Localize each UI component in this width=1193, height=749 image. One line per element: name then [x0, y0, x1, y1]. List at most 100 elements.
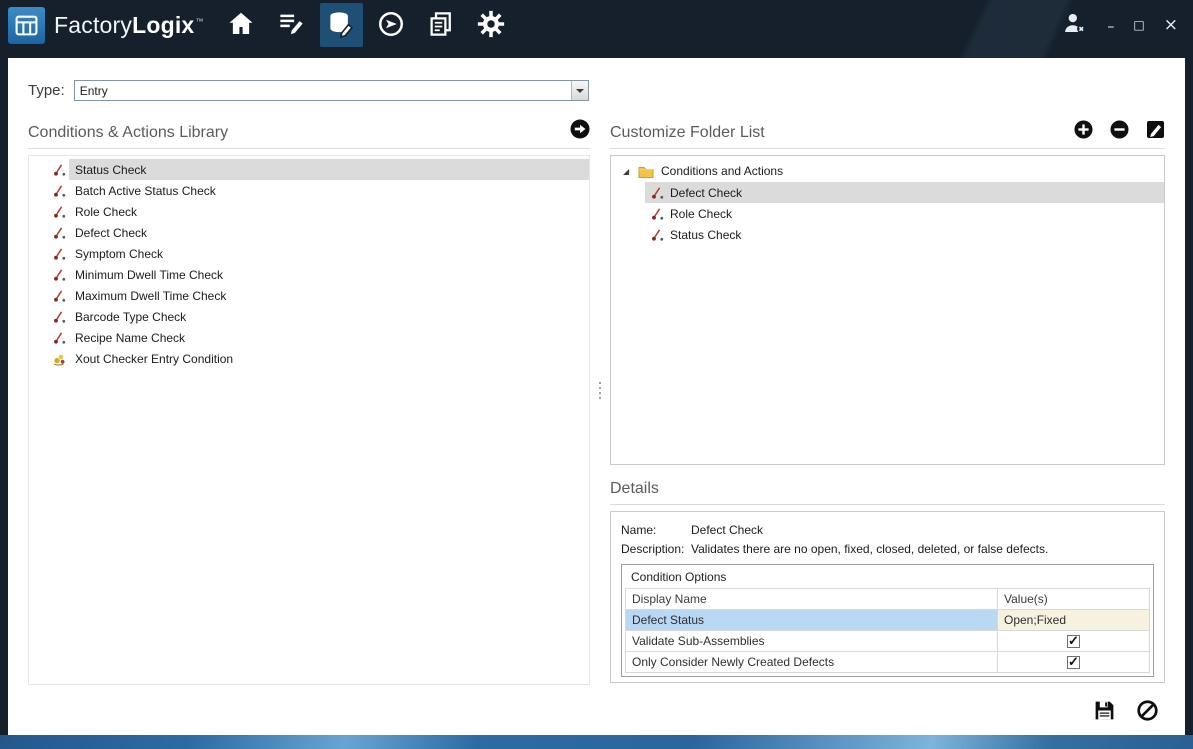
factorylogix-logo-icon — [8, 7, 45, 44]
footer-actions — [1093, 699, 1159, 725]
condition-icon — [51, 184, 69, 198]
details-header: Details — [610, 477, 1165, 505]
column-header-display-name: Display Name — [626, 589, 998, 610]
description-value: Validates there are no open, fixed, clos… — [691, 540, 1154, 559]
gear-icon — [476, 9, 506, 42]
compass-arrow-icon — [376, 9, 406, 42]
library-panel: Conditions & Actions Library — [28, 121, 590, 685]
table-row[interactable]: Validate Sub-Assemblies — [626, 631, 1150, 652]
user-logout-icon — [1061, 10, 1088, 40]
save-button[interactable] — [1093, 699, 1116, 725]
library-item[interactable]: Defect Check — [29, 222, 589, 243]
tree-item[interactable]: Defect Check — [645, 182, 1164, 203]
maximize-button[interactable]: □ — [1133, 19, 1144, 31]
detail-name-row: Name: Defect Check — [621, 521, 1154, 540]
arrow-right-circle-icon — [570, 119, 590, 142]
condition-icon — [51, 163, 69, 177]
detail-description-row: Description: Validates there are no open… — [621, 540, 1154, 559]
library-list: Status Check Batch Active Status Check R… — [28, 155, 590, 685]
condition-icon — [51, 205, 69, 219]
save-floppy-icon — [1093, 699, 1116, 725]
panel-splitter[interactable] — [590, 121, 610, 685]
settings-button[interactable] — [470, 3, 513, 47]
folder-icon — [638, 164, 656, 178]
library-title: Conditions & Actions Library — [28, 124, 228, 142]
main-toolbar — [220, 3, 513, 47]
tree-item[interactable]: Status Check — [645, 224, 1164, 245]
condition-icon — [51, 268, 69, 282]
library-item[interactable]: Maximum Dwell Time Check — [29, 285, 589, 306]
chevron-down-icon — [576, 89, 584, 93]
brand-factory: Factory — [54, 12, 132, 38]
main-content: Type: Entry Conditions & Actions Library — [8, 58, 1185, 735]
home-button[interactable] — [220, 3, 263, 47]
library-item[interactable]: Barcode Type Check — [29, 306, 589, 327]
titlebar: FactoryLogix™ — [0, 0, 1193, 50]
folder-panel: Customize Folder List — [610, 121, 1165, 685]
add-button[interactable] — [1074, 120, 1093, 142]
checkbox[interactable] — [1067, 635, 1080, 648]
edit-square-icon — [1146, 120, 1165, 142]
description-label: Description: — [621, 540, 691, 559]
edit-button[interactable] — [1146, 120, 1165, 142]
minimize-button[interactable]: – — [1107, 20, 1114, 34]
tree-root-label: Conditions and Actions — [661, 164, 783, 178]
navigate-button[interactable] — [370, 3, 413, 47]
copy-documents-icon — [426, 9, 456, 42]
close-button[interactable]: × — [1164, 17, 1178, 34]
documents-button[interactable] — [420, 3, 463, 47]
xout-checker-icon — [51, 352, 69, 366]
tree-root-folder[interactable]: ◢ Conditions and Actions — [611, 160, 1164, 182]
table-row[interactable]: Only Consider Newly Created Defects — [626, 652, 1150, 673]
dropdown-arrow-button[interactable] — [571, 81, 588, 100]
folder-list-header: Customize Folder List — [610, 121, 1165, 149]
app-window: FactoryLogix™ — [0, 0, 1193, 749]
tree-item[interactable]: Role Check — [645, 203, 1164, 224]
library-header: Conditions & Actions Library — [28, 121, 590, 149]
library-item[interactable]: Batch Active Status Check — [29, 180, 589, 201]
type-dropdown[interactable]: Entry — [74, 80, 589, 101]
remove-circle-icon — [1110, 120, 1129, 142]
details-box: Name: Defect Check Description: Validate… — [610, 511, 1165, 683]
condition-icon — [51, 226, 69, 240]
name-value: Defect Check — [691, 521, 1154, 540]
brand-title: FactoryLogix™ — [54, 12, 204, 39]
logout-user-button[interactable] — [1061, 10, 1088, 40]
list-edit-icon — [276, 9, 306, 42]
splitter-grip-icon — [599, 379, 601, 402]
column-header-values: Value(s) — [998, 589, 1150, 610]
add-circle-icon — [1074, 120, 1093, 142]
folder-tree: ◢ Conditions and Actions Defect Check — [610, 155, 1165, 465]
condition-icon — [649, 207, 667, 221]
condition-icon — [51, 331, 69, 345]
library-item[interactable]: Recipe Name Check — [29, 327, 589, 348]
condition-icon — [51, 289, 69, 303]
brand-logix: Logix — [132, 12, 194, 38]
cancel-button[interactable] — [1136, 699, 1159, 725]
condition-icon — [649, 228, 667, 242]
details-title: Details — [610, 480, 659, 498]
expander-icon[interactable]: ◢ — [623, 167, 633, 176]
work-orders-button[interactable] — [270, 3, 313, 47]
checkbox[interactable] — [1067, 656, 1080, 669]
library-item[interactable]: Role Check — [29, 201, 589, 222]
library-item[interactable]: Status Check — [29, 159, 589, 180]
move-to-folder-button[interactable] — [570, 119, 590, 142]
library-item[interactable]: Xout Checker Entry Condition — [29, 348, 589, 369]
value-cell[interactable]: Open;Fixed — [998, 610, 1150, 631]
type-label: Type: — [28, 82, 65, 99]
library-item[interactable]: Minimum Dwell Time Check — [29, 264, 589, 285]
condition-options-title: Condition Options — [622, 565, 1153, 588]
panels: Conditions & Actions Library — [28, 121, 1165, 685]
condition-options-table: Display Name Value(s) Defect Status Open… — [625, 588, 1150, 673]
condition-options-group: Condition Options Display Name Value(s) — [621, 564, 1154, 677]
cancel-slash-icon — [1136, 699, 1159, 725]
bottom-accent-strip — [0, 735, 1193, 749]
table-row[interactable]: Defect Status Open;Fixed — [626, 610, 1150, 631]
trademark: ™ — [195, 17, 203, 26]
library-button[interactable] — [320, 3, 363, 47]
library-item[interactable]: Symptom Check — [29, 243, 589, 264]
condition-icon — [649, 186, 667, 200]
type-dropdown-value: Entry — [75, 81, 571, 100]
remove-button[interactable] — [1110, 120, 1129, 142]
